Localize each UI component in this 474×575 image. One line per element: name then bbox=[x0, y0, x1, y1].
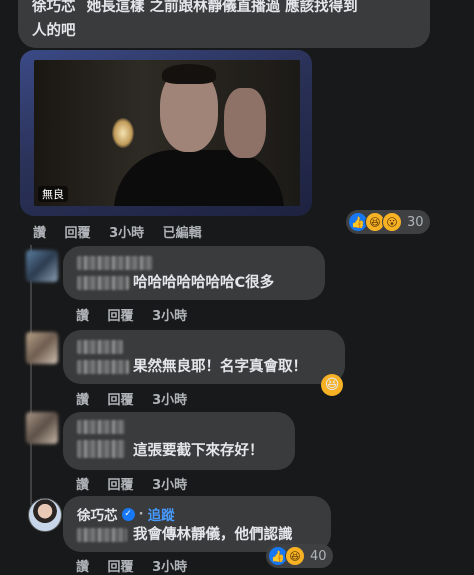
edited-label: 已編輯 bbox=[162, 226, 202, 241]
main-comment-author[interactable]: 徐巧芯 bbox=[32, 0, 76, 15]
image-label: 無良 bbox=[38, 186, 68, 202]
timestamp[interactable]: 3小時 bbox=[109, 226, 144, 241]
like-link[interactable]: 讚 bbox=[33, 226, 46, 241]
like-link[interactable]: 讚 bbox=[76, 309, 89, 324]
reply-link[interactable]: 回覆 bbox=[65, 226, 91, 241]
avatar[interactable] bbox=[26, 250, 58, 282]
like-link[interactable]: 讚 bbox=[76, 478, 89, 493]
verified-badge-icon: ✓ bbox=[121, 507, 135, 521]
reply-mention-redacted bbox=[77, 528, 127, 542]
reply-link[interactable]: 回覆 bbox=[108, 309, 134, 324]
avatar[interactable] bbox=[26, 332, 58, 364]
timestamp[interactable]: 3小時 bbox=[152, 478, 187, 493]
reaction-count: 40 bbox=[310, 548, 327, 564]
reply-reactions[interactable]: 👍 😆 40 bbox=[266, 544, 333, 568]
main-comment-text: 她長這樣 之前跟林靜儀直播過 應該找得到 bbox=[86, 0, 358, 15]
timestamp[interactable]: 3小時 bbox=[152, 393, 187, 408]
thread-line bbox=[30, 245, 32, 505]
reply-mention-redacted bbox=[77, 276, 129, 290]
reply-actions: 讚 回覆 3小時 bbox=[76, 305, 201, 324]
main-comment-line1: 徐巧芯 她長這樣 之前跟林靜儀直播過 應該找得到 bbox=[32, 0, 358, 18]
main-reactions[interactable]: 👍 😆 😮 30 bbox=[346, 210, 430, 234]
dot-separator: · bbox=[138, 506, 144, 522]
reply-author-redacted bbox=[77, 340, 123, 354]
image-inner-frame bbox=[34, 60, 300, 206]
reply-mention-redacted bbox=[77, 360, 129, 374]
follow-link[interactable]: 追蹤 bbox=[148, 504, 175, 524]
reply-text: 我會傳林靜儀，他們認識 bbox=[133, 527, 293, 543]
reply-author[interactable]: 徐巧芯 bbox=[77, 504, 118, 524]
lamp-glow bbox=[112, 118, 134, 148]
reply-text: 果然無良耶！名字真會取！ bbox=[133, 359, 307, 375]
reply-text: 這張要截下來存好！ bbox=[133, 443, 264, 459]
like-link[interactable]: 讚 bbox=[76, 393, 89, 408]
main-comment-actions: 讚 回覆 3小時 已編輯 bbox=[33, 222, 216, 241]
reply-author-redacted bbox=[77, 420, 125, 434]
reply-actions: 讚 回覆 3小時 bbox=[76, 556, 201, 575]
person-hand bbox=[224, 88, 266, 158]
wow-icon: 😮 bbox=[382, 212, 402, 232]
reply-actions: 讚 回覆 3小時 bbox=[76, 474, 201, 493]
reply-link[interactable]: 回覆 bbox=[108, 478, 134, 493]
reply-author-redacted bbox=[77, 256, 153, 270]
timestamp[interactable]: 3小時 bbox=[152, 309, 187, 324]
avatar[interactable] bbox=[26, 412, 58, 444]
haha-icon: 😆 bbox=[285, 546, 305, 566]
comment-image[interactable]: 無良 bbox=[20, 50, 312, 216]
main-comment-line2: 人的吧 bbox=[32, 23, 76, 39]
haha-icon[interactable]: 😆 bbox=[321, 374, 343, 396]
reply-actions: 讚 回覆 3小時 bbox=[76, 389, 201, 408]
reply-header: 徐巧芯 ✓ · 追蹤 bbox=[77, 504, 175, 524]
reaction-count: 30 bbox=[407, 214, 424, 230]
author-avatar[interactable] bbox=[28, 498, 62, 532]
reply-mention-redacted bbox=[77, 440, 125, 458]
person-hair bbox=[162, 64, 216, 84]
reply-text: 哈哈哈哈哈哈哈C很多 bbox=[133, 275, 275, 291]
reply-link[interactable]: 回覆 bbox=[108, 393, 134, 408]
